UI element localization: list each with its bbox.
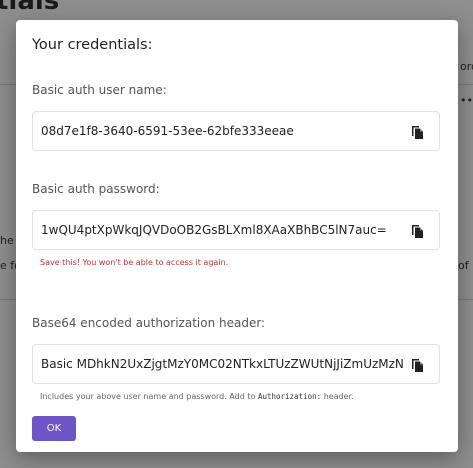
background-divider: [0, 299, 16, 300]
hint-text-end: header.: [321, 392, 354, 401]
copy-icon: [412, 225, 423, 238]
auth-header-value[interactable]: Basic MDhkN2UxZjgtMzY0MC02NTkxLTUzZWUtNj…: [41, 357, 405, 371]
username-value[interactable]: 08d7e1f8-3640-6591-53ee-62bfe333eeae: [41, 124, 399, 138]
copy-icon: [412, 359, 423, 372]
hint-code: Authorization:: [257, 392, 322, 401]
auth-header-hint: Includes your above user name and passwo…: [40, 392, 354, 401]
password-field[interactable]: 1wQU4ptXpWkqJQVDoOB2GsBLXml8XAaXBhBC5lN7…: [32, 210, 440, 250]
copy-auth-header-button[interactable]: [407, 355, 427, 375]
username-label: Basic auth user name:: [32, 83, 167, 97]
copy-username-button[interactable]: [407, 122, 427, 142]
background-column-header: ord: [460, 60, 473, 73]
username-field[interactable]: 08d7e1f8-3640-6591-53ee-62bfe333eeae: [32, 111, 440, 151]
background-text-fragment: he: [0, 234, 14, 247]
password-warning: Save this! You won't be able to access i…: [40, 258, 229, 267]
background-page-title: tials: [0, 0, 60, 16]
background-masked-value: ••••: [460, 94, 473, 107]
ok-button[interactable]: OK: [32, 416, 76, 441]
dialog-title: Your credentials:: [32, 37, 153, 53]
auth-header-field[interactable]: Basic MDhkN2UxZjgtMzY0MC02NTkxLTUzZWUtNj…: [32, 344, 440, 384]
password-value[interactable]: 1wQU4ptXpWkqJQVDoOB2GsBLXml8XAaXBhBC5lN7…: [41, 223, 399, 237]
password-label: Basic auth password:: [32, 182, 160, 196]
credentials-dialog: Your credentials: Basic auth user name: …: [16, 20, 458, 452]
hint-text: Includes your above user name and passwo…: [40, 392, 258, 401]
background-divider: [458, 299, 473, 300]
background-text-fragment: of u: [458, 259, 473, 272]
auth-header-label: Base64 encoded authorization header:: [32, 316, 266, 330]
copy-password-button[interactable]: [407, 221, 427, 241]
copy-icon: [412, 126, 423, 139]
background-divider: [458, 84, 473, 85]
background-divider: [0, 84, 16, 85]
